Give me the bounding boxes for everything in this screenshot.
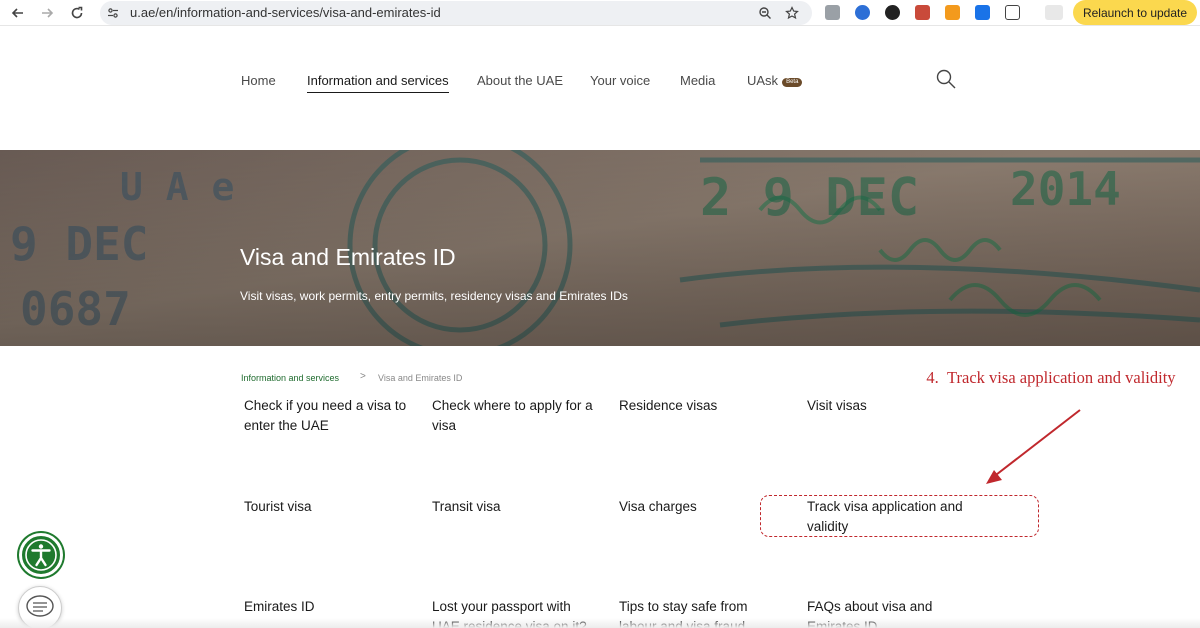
bookmark-star-icon[interactable] bbox=[783, 4, 801, 22]
accessibility-button[interactable] bbox=[19, 533, 63, 577]
hero-banner: 9 DEC 0687 U A e 2 9 DEC 2014 Visa and E… bbox=[0, 150, 1200, 346]
back-arrow-icon[interactable] bbox=[8, 3, 28, 23]
card-check-visa-need[interactable]: Check if you need a visa to enter the UA… bbox=[244, 396, 409, 436]
extension-sync-icon[interactable] bbox=[885, 5, 900, 20]
profile-icon[interactable] bbox=[1045, 5, 1063, 20]
nav-about-the-uae[interactable]: About the UAE bbox=[477, 73, 563, 88]
extensions-puzzle-icon[interactable] bbox=[1005, 5, 1020, 20]
annotation-number: 4. bbox=[926, 368, 939, 387]
card-emirates-id[interactable]: Emirates ID bbox=[244, 597, 409, 617]
extension-a-icon[interactable] bbox=[945, 5, 960, 20]
forward-arrow-icon[interactable] bbox=[37, 3, 57, 23]
accessibility-icon bbox=[25, 539, 57, 571]
address-bar[interactable]: u.ae/en/information-and-services/visa-an… bbox=[100, 1, 812, 25]
card-where-to-apply[interactable]: Check where to apply for a visa bbox=[432, 396, 597, 436]
tune-icon[interactable] bbox=[104, 4, 122, 22]
nav-home[interactable]: Home bbox=[241, 73, 276, 88]
breadcrumb-parent[interactable]: Information and services bbox=[241, 373, 339, 383]
reload-icon[interactable] bbox=[67, 3, 87, 23]
nav-media[interactable]: Media bbox=[680, 73, 715, 88]
annotation-highlight-box bbox=[760, 495, 1039, 537]
relaunch-button[interactable]: Relaunch to update bbox=[1073, 0, 1197, 25]
extension-screen-icon[interactable] bbox=[915, 5, 930, 20]
zoom-icon[interactable] bbox=[756, 4, 774, 22]
breadcrumb-current: Visa and Emirates ID bbox=[378, 373, 463, 383]
extension-tag-icon[interactable] bbox=[855, 5, 870, 20]
card-tourist-visa[interactable]: Tourist visa bbox=[244, 497, 409, 517]
annotation-text: Track visa application and validity bbox=[947, 368, 1176, 387]
site-header: Home Information and services About the … bbox=[0, 26, 1200, 150]
url-text[interactable]: u.ae/en/information-and-services/visa-an… bbox=[130, 5, 441, 20]
extension-blue-icon[interactable] bbox=[975, 5, 990, 20]
nav-your-voice[interactable]: Your voice bbox=[590, 73, 650, 88]
card-transit-visa[interactable]: Transit visa bbox=[432, 497, 597, 517]
card-visit-visas[interactable]: Visit visas bbox=[807, 396, 972, 416]
nav-uask-label[interactable]: UAsk bbox=[747, 73, 778, 88]
card-residence-visas[interactable]: Residence visas bbox=[619, 396, 784, 416]
extension-code-icon[interactable] bbox=[825, 5, 840, 20]
page-subtitle: Visit visas, work permits, entry permits… bbox=[240, 289, 628, 303]
hero-background-image: 9 DEC 0687 U A e 2 9 DEC 2014 bbox=[0, 150, 1200, 346]
search-icon[interactable] bbox=[935, 68, 957, 90]
nav-uask[interactable]: UAsk Beta bbox=[747, 73, 803, 88]
chevron-right-icon: > bbox=[360, 371, 366, 382]
nav-information-and-services[interactable]: Information and services bbox=[307, 73, 449, 93]
bottom-fade bbox=[0, 618, 1200, 628]
beta-badge: Beta bbox=[782, 78, 803, 87]
page-title: Visa and Emirates ID bbox=[240, 244, 456, 270]
browser-toolbar: u.ae/en/information-and-services/visa-an… bbox=[0, 0, 1200, 26]
annotation-label: 4. Track visa application and validity bbox=[920, 368, 1182, 388]
